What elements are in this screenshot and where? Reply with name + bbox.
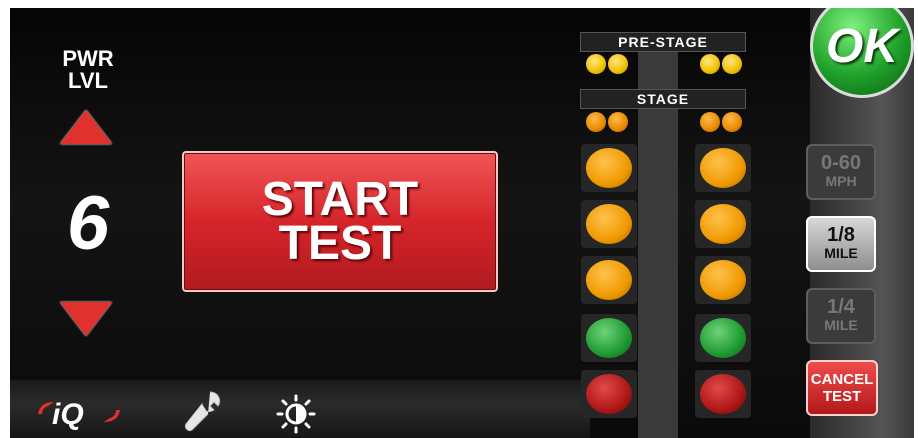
mode-0-60-main: 0-60 xyxy=(820,152,862,174)
ok-label: OK xyxy=(826,19,898,73)
stage-label: STAGE xyxy=(580,89,746,109)
start-test-button[interactable]: START TEST xyxy=(182,151,498,292)
stage-bulb-left-2 xyxy=(608,112,628,132)
mode-quarter-mile-button[interactable]: 1/4 MILE xyxy=(806,288,876,344)
mode-eighth-mile-sub: MILE xyxy=(824,245,858,261)
mode-eighth-mile-main: 1/8 xyxy=(827,224,855,246)
prestage-label: PRE-STAGE xyxy=(580,32,746,52)
prestage-bulb-left-2 xyxy=(608,54,628,74)
stage-bulb-right-2 xyxy=(722,112,742,132)
mode-eighth-mile-button[interactable]: 1/8 MILE xyxy=(806,216,876,272)
mode-quarter-mile-main: 1/4 xyxy=(827,296,855,318)
prestage-bulb-left-1 xyxy=(586,54,606,74)
power-level-value: 6 xyxy=(66,181,110,266)
tree-light-right-1-amber xyxy=(700,148,746,188)
mode-quarter-mile-sub: MILE xyxy=(824,317,858,333)
tree-light-left-4-green xyxy=(586,318,632,358)
stage-bulb-left-1 xyxy=(586,112,606,132)
tree-light-right-3-amber xyxy=(700,260,746,300)
tree-light-left-1-amber xyxy=(586,148,632,188)
tree-light-right-4-green xyxy=(700,318,746,358)
drag-race-screen: PWR LVL 6 START TEST iQ PRE-STAGE STAGE xyxy=(10,8,914,438)
mode-0-60-sub: MPH xyxy=(825,173,857,189)
triangle-down-icon[interactable] xyxy=(60,302,112,336)
mode-0-60-button[interactable]: 0-60 MPH xyxy=(806,144,876,200)
power-level-label: PWR LVL xyxy=(62,46,114,93)
svg-text:iQ: iQ xyxy=(52,398,84,431)
tree-light-left-3-amber xyxy=(586,260,632,300)
tree-light-right-5-red xyxy=(700,374,746,414)
cancel-test-button[interactable]: CANCEL TEST xyxy=(806,360,878,416)
triangle-up-icon[interactable] xyxy=(60,110,112,144)
wrench-icon[interactable] xyxy=(180,388,224,434)
start-test-label: START TEST xyxy=(261,172,419,270)
iq-logo-icon: iQ xyxy=(38,398,120,431)
tree-light-left-5-red xyxy=(586,374,632,414)
prestage-bulb-right-2 xyxy=(722,54,742,74)
tree-light-right-2-amber xyxy=(700,204,746,244)
brightness-icon[interactable] xyxy=(276,394,316,434)
tree-light-left-2-amber xyxy=(586,204,632,244)
prestage-bulb-right-1 xyxy=(700,54,720,74)
stage-bulb-right-1 xyxy=(700,112,720,132)
